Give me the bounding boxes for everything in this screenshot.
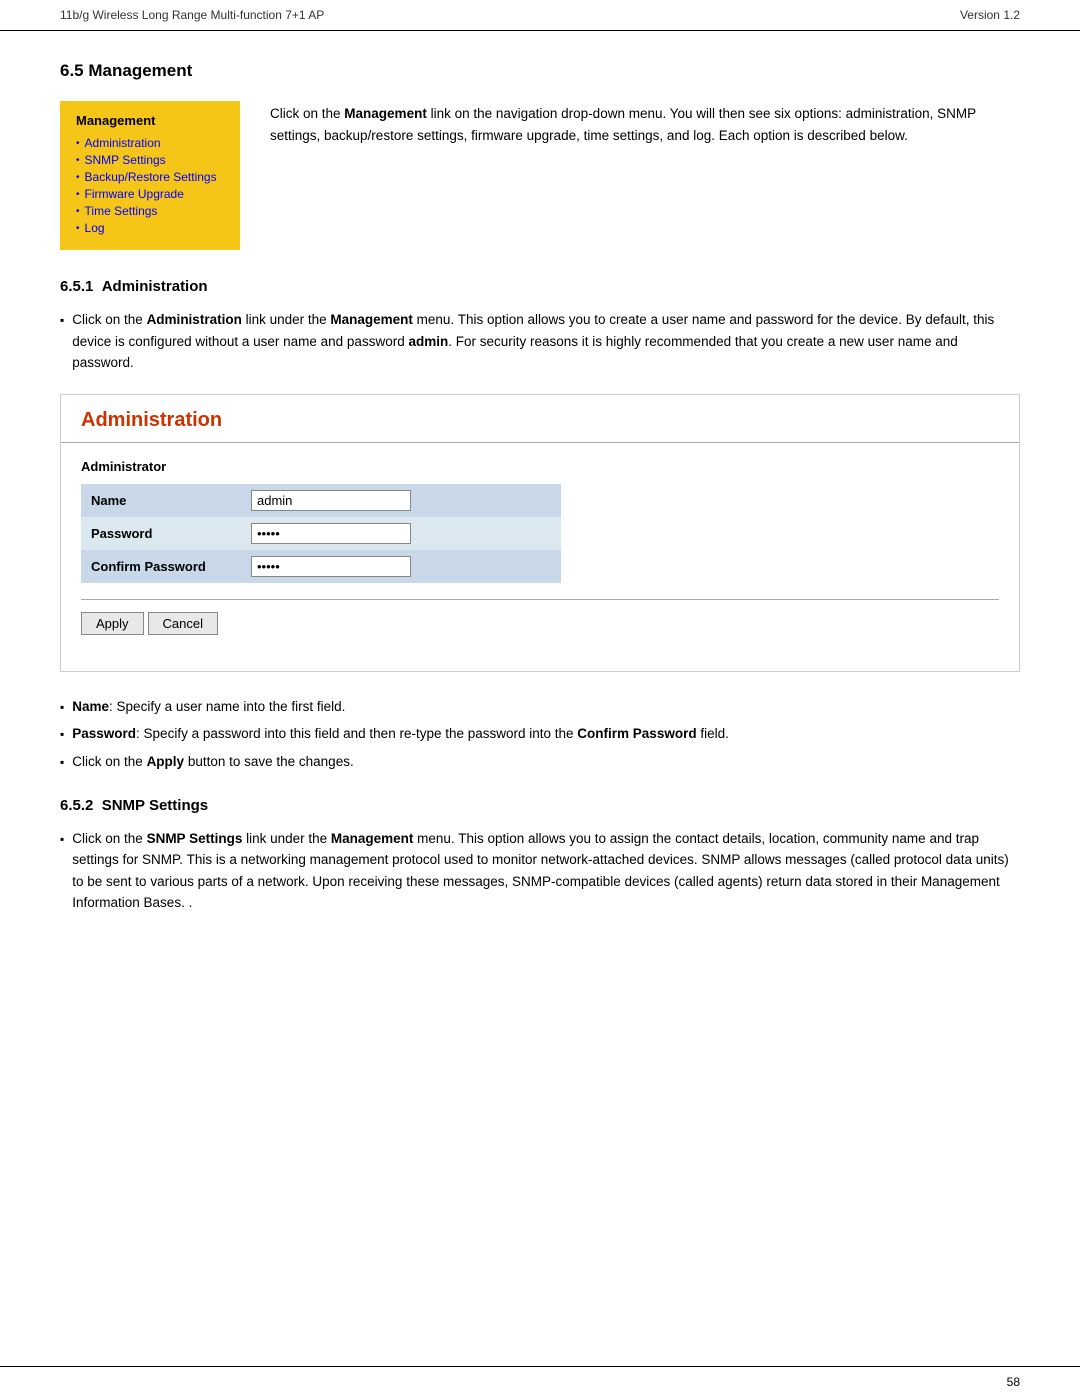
page-number: 58 bbox=[1007, 1375, 1020, 1389]
section-652-bullets: Click on the SNMP Settings link under th… bbox=[60, 828, 1020, 914]
field-spacer bbox=[529, 517, 561, 550]
admin-panel-title: Administration bbox=[61, 395, 1019, 443]
snmp-bullet-item: Click on the SNMP Settings link under th… bbox=[60, 828, 1020, 914]
management-description: Click on the Management link on the navi… bbox=[270, 101, 1020, 250]
section-651-bullets: Click on the Administration link under t… bbox=[60, 309, 1020, 374]
menu-item: Time Settings bbox=[76, 204, 224, 218]
field-spacer bbox=[529, 484, 561, 517]
apply-button[interactable]: Apply bbox=[81, 612, 144, 635]
note-apply: Click on the Apply button to save the ch… bbox=[60, 751, 1020, 773]
note-password: Password: Specify a password into this f… bbox=[60, 723, 1020, 745]
field-label: Password bbox=[81, 517, 241, 550]
header-left: 11b/g Wireless Long Range Multi-function… bbox=[60, 8, 324, 22]
page-header: 11b/g Wireless Long Range Multi-function… bbox=[0, 0, 1080, 31]
confirm-password-input[interactable] bbox=[251, 556, 411, 577]
notes-list: Name: Specify a user name into the first… bbox=[60, 696, 1020, 773]
field-label: Confirm Password bbox=[81, 550, 241, 583]
management-menu-box: Management Administration SNMP Settings Ba… bbox=[60, 101, 240, 250]
admin-table: NamePasswordConfirm Password bbox=[81, 484, 561, 583]
password-input[interactable] bbox=[251, 523, 411, 544]
management-intro: Management Administration SNMP Settings Ba… bbox=[60, 101, 1020, 250]
menu-items-list: Administration SNMP Settings Backup/Restor… bbox=[76, 136, 224, 235]
field-cell bbox=[241, 550, 529, 583]
menu-item: Firmware Upgrade bbox=[76, 187, 224, 201]
field-cell bbox=[241, 484, 529, 517]
administration-panel: Administration Administrator NamePasswor… bbox=[60, 394, 1020, 672]
section-651-heading: 6.5.1 Administration bbox=[60, 278, 1020, 295]
admin-table-row: Password bbox=[81, 517, 561, 550]
menu-box-title: Management bbox=[76, 113, 224, 128]
header-right: Version 1.2 bbox=[960, 8, 1020, 22]
field-spacer bbox=[529, 550, 561, 583]
menu-item: Backup/Restore Settings bbox=[76, 170, 224, 184]
admin-panel-content: Administrator NamePasswordConfirm Passwo… bbox=[61, 443, 1019, 655]
note-name: Name: Specify a user name into the first… bbox=[60, 696, 1020, 718]
bullet-item: Click on the Administration link under t… bbox=[60, 309, 1020, 374]
admin-section-label: Administrator bbox=[81, 459, 999, 474]
menu-item: SNMP Settings bbox=[76, 153, 224, 167]
field-label: Name bbox=[81, 484, 241, 517]
section-65-heading: 6.5 Management bbox=[60, 61, 1020, 81]
field-cell bbox=[241, 517, 529, 550]
menu-item: Administration bbox=[76, 136, 224, 150]
admin-table-row: Name bbox=[81, 484, 561, 517]
admin-buttons-row: Apply Cancel bbox=[81, 599, 999, 639]
name-input[interactable] bbox=[251, 490, 411, 511]
menu-item: Log bbox=[76, 221, 224, 235]
section-652-heading: 6.5.2 SNMP Settings bbox=[60, 797, 1020, 814]
admin-table-body: NamePasswordConfirm Password bbox=[81, 484, 561, 583]
cancel-button[interactable]: Cancel bbox=[148, 612, 218, 635]
page-footer: 58 bbox=[0, 1366, 1080, 1397]
main-content: 6.5 Management Management Administration… bbox=[0, 31, 1080, 994]
admin-table-row: Confirm Password bbox=[81, 550, 561, 583]
